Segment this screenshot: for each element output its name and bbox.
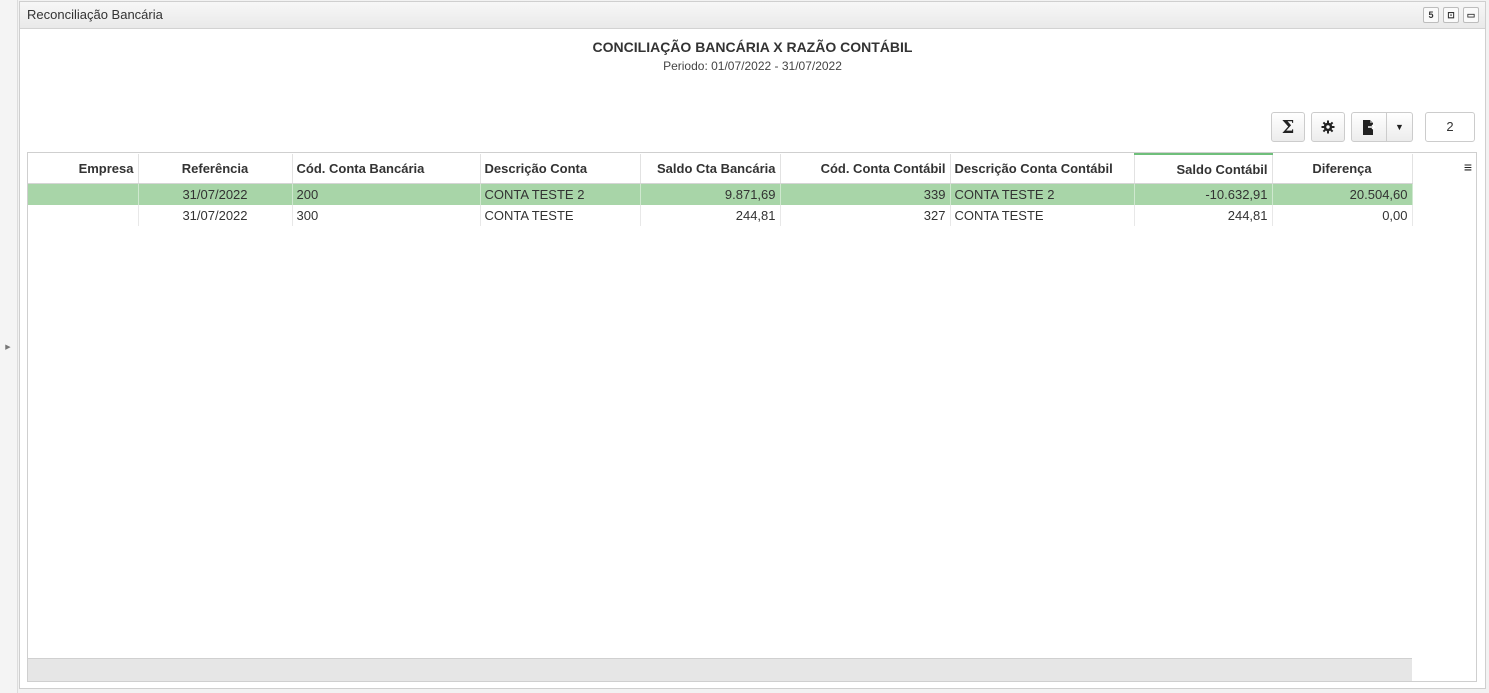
export-file-icon — [1363, 119, 1376, 135]
cell-saldo-cta-bancaria: 244,81 — [640, 205, 781, 226]
grid-toolbar: Σ ▼ 2 — [1271, 112, 1475, 142]
cell-descricao-conta: CONTA TESTE — [480, 205, 641, 226]
cell-descricao-conta-contabil: CONTA TESTE — [950, 205, 1135, 226]
left-rail: ▶ — [0, 0, 18, 693]
col-cod-conta-bancaria[interactable]: Cód. Conta Bancária — [292, 154, 481, 184]
report-period: Periodo: 01/07/2022 - 31/07/2022 — [663, 59, 842, 73]
grid-table: Empresa Referência Cód. Conta Bancária D… — [28, 153, 1413, 226]
cell-cod-conta-bancaria: 300 — [292, 205, 481, 226]
cell-cod-conta-contabil: 327 — [780, 205, 951, 226]
column-menu-icon[interactable]: ≡ — [1464, 159, 1472, 175]
reconciliation-grid: Empresa Referência Cód. Conta Bancária D… — [27, 152, 1477, 682]
col-saldo-contabil[interactable]: Saldo Contábil — [1134, 153, 1273, 184]
cell-referencia: 31/07/2022 — [138, 183, 293, 205]
row-count: 2 — [1425, 112, 1475, 142]
grid-footer-row — [28, 658, 1412, 681]
expand-sidebar-icon[interactable]: ▶ — [3, 342, 13, 354]
restore-button[interactable]: 5 — [1423, 7, 1439, 23]
sum-button[interactable]: Σ — [1271, 112, 1305, 142]
popout-button[interactable]: ⊡ — [1443, 7, 1459, 23]
sigma-icon: Σ — [1281, 116, 1295, 138]
settings-button[interactable] — [1311, 112, 1345, 142]
cell-diferenca: 20.504,60 — [1272, 183, 1413, 205]
cell-saldo-contabil: 244,81 — [1134, 205, 1273, 226]
export-button[interactable] — [1351, 112, 1387, 142]
table-row[interactable]: 31/07/2022 200 CONTA TESTE 2 9.871,69 33… — [28, 183, 1413, 205]
cell-descricao-conta: CONTA TESTE 2 — [480, 183, 641, 205]
table-row[interactable]: 31/07/2022 300 CONTA TESTE 244,81 327 CO… — [28, 205, 1413, 226]
panel-title: Reconciliação Bancária — [27, 7, 163, 22]
header-row: Empresa Referência Cód. Conta Bancária D… — [28, 153, 1413, 184]
export-dropdown-button[interactable]: ▼ — [1387, 112, 1413, 142]
col-saldo-cta-bancaria[interactable]: Saldo Cta Bancária — [640, 154, 781, 184]
col-referencia[interactable]: Referência — [138, 154, 293, 184]
export-group: ▼ — [1351, 112, 1413, 142]
cell-diferenca: 0,00 — [1272, 205, 1413, 226]
cell-saldo-contabil: -10.632,91 — [1134, 183, 1273, 205]
col-descricao-conta[interactable]: Descrição Conta — [480, 154, 641, 184]
maximize-button[interactable]: ▭ — [1463, 7, 1479, 23]
cell-empresa — [28, 183, 139, 205]
cell-referencia: 31/07/2022 — [138, 205, 293, 226]
gear-icon — [1321, 120, 1335, 134]
col-empresa[interactable]: Empresa — [28, 154, 139, 184]
col-descricao-conta-contabil[interactable]: Descrição Conta Contábil — [950, 154, 1135, 184]
col-cod-conta-contabil[interactable]: Cód. Conta Contábil — [780, 154, 951, 184]
reconciliation-panel: Reconciliação Bancária 5 ⊡ ▭ CONCILIAÇÃO… — [19, 1, 1486, 689]
panel-header: Reconciliação Bancária 5 ⊡ ▭ — [20, 2, 1485, 29]
cell-cod-conta-bancaria: 200 — [292, 183, 481, 205]
window-controls: 5 ⊡ ▭ — [1423, 7, 1479, 23]
report-title: CONCILIAÇÃO BANCÁRIA X RAZÃO CONTÁBIL — [592, 39, 913, 55]
cell-empresa — [28, 205, 139, 226]
cell-cod-conta-contabil: 339 — [780, 183, 951, 205]
caret-down-icon: ▼ — [1395, 122, 1404, 132]
cell-saldo-cta-bancaria: 9.871,69 — [640, 183, 781, 205]
col-diferenca[interactable]: Diferença — [1272, 154, 1413, 184]
cell-descricao-conta-contabil: CONTA TESTE 2 — [950, 183, 1135, 205]
